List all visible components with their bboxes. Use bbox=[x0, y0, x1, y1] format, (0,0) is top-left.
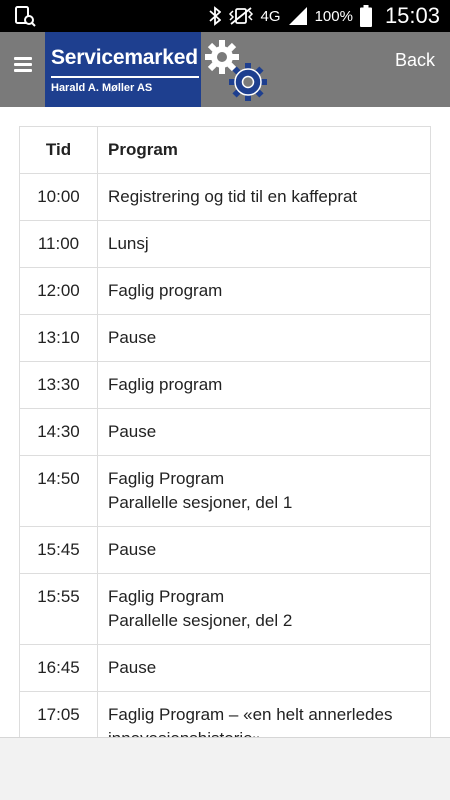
program-line: Faglig Program bbox=[108, 587, 225, 606]
logo-divider bbox=[51, 76, 199, 78]
program-line: innovasjonshistorie» bbox=[108, 727, 420, 737]
program-line: Faglig Program bbox=[108, 469, 225, 488]
schedule-rows: 10:00 Registrering og tid til en kaffepra… bbox=[19, 173, 431, 737]
notification-icon bbox=[15, 6, 36, 27]
bottom-bar bbox=[0, 737, 450, 800]
time-cell: 16:45 bbox=[19, 644, 98, 692]
program-cell: Pause bbox=[97, 408, 431, 456]
hamburger-menu-icon[interactable] bbox=[14, 57, 32, 72]
logo-subtitle: Harald A. Møller AS bbox=[51, 82, 153, 94]
network-label: 4G bbox=[260, 7, 281, 25]
schedule-table: Tid Program 10:00 Registrering og tid til… bbox=[19, 126, 431, 737]
program-line: Registrering og tid til en kaffeprat bbox=[108, 187, 358, 206]
program-cell: Pause bbox=[97, 526, 431, 574]
program-line: Parallelle sesjoner, del 1 bbox=[108, 493, 293, 512]
program-cell: Registrering og tid til en kaffeprat bbox=[97, 173, 431, 221]
program-line: Faglig Program – «en helt annerledes bbox=[108, 705, 393, 724]
time-cell: 15:55 bbox=[19, 573, 98, 645]
time-cell: 13:10 bbox=[19, 314, 98, 362]
program-line: Lunsj bbox=[108, 234, 149, 253]
program-cell: Faglig program bbox=[97, 267, 431, 315]
program-line: Pause bbox=[108, 658, 157, 677]
signal-icon bbox=[288, 7, 307, 25]
table-row: 13:30 Faglig program bbox=[19, 361, 431, 409]
table-row: 15:55 Faglig Program Parallelle sesjoner, … bbox=[19, 573, 431, 645]
program-cell: Faglig Program – «en helt annerledes inno… bbox=[97, 691, 431, 737]
gears-icon bbox=[205, 40, 267, 101]
status-time: 15:03 bbox=[384, 3, 440, 28]
program-line: Pause bbox=[108, 422, 157, 441]
bluetooth-icon bbox=[208, 6, 221, 26]
app-header: Servicemarked Harald A. Møller AS Back bbox=[0, 32, 450, 107]
program-cell: Pause bbox=[97, 644, 431, 692]
program-line: Parallelle sesjoner, del 2 bbox=[108, 611, 293, 630]
logo-title: Servicemarked bbox=[51, 46, 198, 69]
time-cell: 12:00 bbox=[19, 267, 98, 315]
battery-icon bbox=[359, 5, 372, 27]
time-cell: 17:05 bbox=[19, 691, 98, 737]
time-cell: 14:50 bbox=[19, 455, 98, 527]
column-header-program: Program bbox=[97, 126, 431, 174]
brand-logo: Servicemarked Harald A. Møller AS bbox=[45, 32, 201, 107]
status-bar: 4G 100% 15:03 bbox=[0, 0, 450, 32]
program-cell: Pause bbox=[97, 314, 431, 362]
battery-percent: 100% bbox=[314, 7, 353, 25]
table-row: 15:45 Pause bbox=[19, 526, 431, 574]
table-row: 16:45 Pause bbox=[19, 644, 431, 692]
program-cell: Faglig program bbox=[97, 361, 431, 409]
status-icons: 4G 100% 15:03 bbox=[208, 0, 440, 32]
table-row: 14:50 Faglig Program Parallelle sesjoner, … bbox=[19, 455, 431, 527]
back-button[interactable]: Back bbox=[395, 50, 435, 71]
column-header-time: Tid bbox=[19, 126, 98, 174]
program-line: Pause bbox=[108, 328, 157, 347]
vibrate-icon bbox=[228, 7, 253, 25]
table-row: 11:00 Lunsj bbox=[19, 220, 431, 268]
time-cell: 11:00 bbox=[19, 220, 98, 268]
program-line: Faglig program bbox=[108, 281, 223, 300]
table-header-row: Tid Program bbox=[19, 126, 431, 174]
table-row: 10:00 Registrering og tid til en kaffepra… bbox=[19, 173, 431, 221]
program-cell: Faglig Program Parallelle sesjoner, del 2 bbox=[97, 573, 431, 645]
program-cell: Faglig Program Parallelle sesjoner, del 1 bbox=[97, 455, 431, 527]
table-row: 13:10 Pause bbox=[19, 314, 431, 362]
table-row: 17:05 Faglig Program – «en helt annerlede… bbox=[19, 691, 431, 737]
table-row: 12:00 Faglig program bbox=[19, 267, 431, 315]
time-cell: 13:30 bbox=[19, 361, 98, 409]
time-cell: 15:45 bbox=[19, 526, 98, 574]
time-cell: 14:30 bbox=[19, 408, 98, 456]
table-row: 14:30 Pause bbox=[19, 408, 431, 456]
time-cell: 10:00 bbox=[19, 173, 98, 221]
program-line: Pause bbox=[108, 540, 157, 559]
schedule-content[interactable]: Tid Program 10:00 Registrering og tid til… bbox=[0, 107, 450, 737]
program-line: Faglig program bbox=[108, 375, 223, 394]
program-cell: Lunsj bbox=[97, 220, 431, 268]
